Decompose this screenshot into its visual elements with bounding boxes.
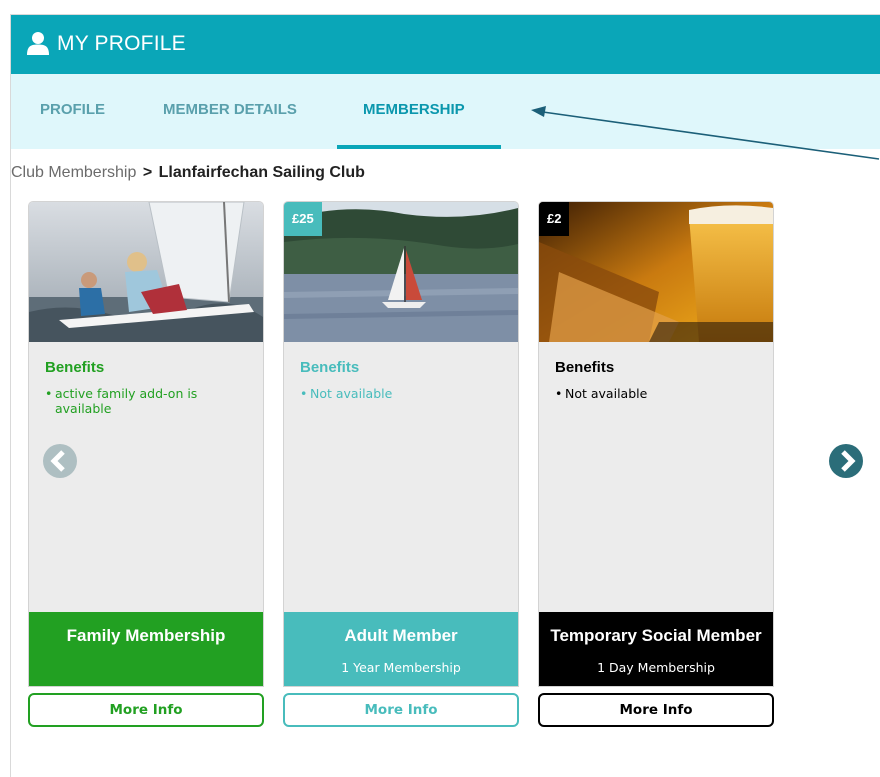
card-footer: Family Membership [29,612,263,686]
carousel-next-button[interactable] [827,442,865,480]
membership-name: Family Membership [66,626,226,645]
card-footer: Adult Member 1 Year Membership [284,612,518,686]
benefit-item: Not available [555,386,755,401]
page-title: MY PROFILE [57,32,186,55]
membership-duration: 1 Day Membership [597,660,715,675]
benefits-title: Benefits [300,359,360,376]
price-badge: £25 [284,202,322,236]
benefit-item: active family add-on is available [45,386,245,416]
chevron-right-icon [829,444,863,478]
annotation-arrow-icon [531,106,880,160]
membership-name: Temporary Social Member [550,626,762,645]
more-info-button-adult[interactable]: More Info [283,693,519,727]
more-info-button-family[interactable]: More Info [28,693,264,727]
breadcrumb-current: Llanfairfechan Sailing Club [158,164,365,181]
tab-member-details[interactable]: MEMBER DETAILS [163,101,297,118]
header-bar: MY PROFILE [11,15,880,74]
carousel-prev-button[interactable] [41,442,79,480]
tab-profile[interactable]: PROFILE [40,101,105,118]
breadcrumb-separator: > [142,164,153,181]
membership-name: Adult Member [344,626,458,645]
benefits-list: Not available [555,386,755,401]
membership-card-adult[interactable]: £25 Benefits Not available Adult Member … [283,201,519,687]
more-info-button-temporary-social[interactable]: More Info [538,693,774,727]
card-footer: Temporary Social Member 1 Day Membership [539,612,773,686]
sailing-dinghy-photo [29,202,263,342]
benefits-title: Benefits [45,359,105,376]
membership-card-temporary-social[interactable]: £2 Benefits Not available Temporary Soci… [538,201,774,687]
membership-duration: 1 Year Membership [341,660,461,675]
benefits-title: Benefits [555,359,615,376]
benefit-item: Not available [300,386,500,401]
active-tab-indicator [337,145,501,149]
breadcrumb: Club Membership > Llanfairfechan Sailing… [11,164,365,182]
price-badge: £2 [539,202,570,236]
tab-membership[interactable]: MEMBERSHIP [363,101,465,118]
beer-glass-photo [539,202,773,342]
benefits-list: Not available [300,386,500,401]
user-icon [27,31,49,60]
profile-panel: MY PROFILE PROFILE MEMBER DETAILS MEMBER… [10,14,880,777]
breadcrumb-parent[interactable]: Club Membership [11,164,136,181]
benefits-list: active family add-on is available [45,386,245,416]
chevron-left-icon [43,444,77,478]
